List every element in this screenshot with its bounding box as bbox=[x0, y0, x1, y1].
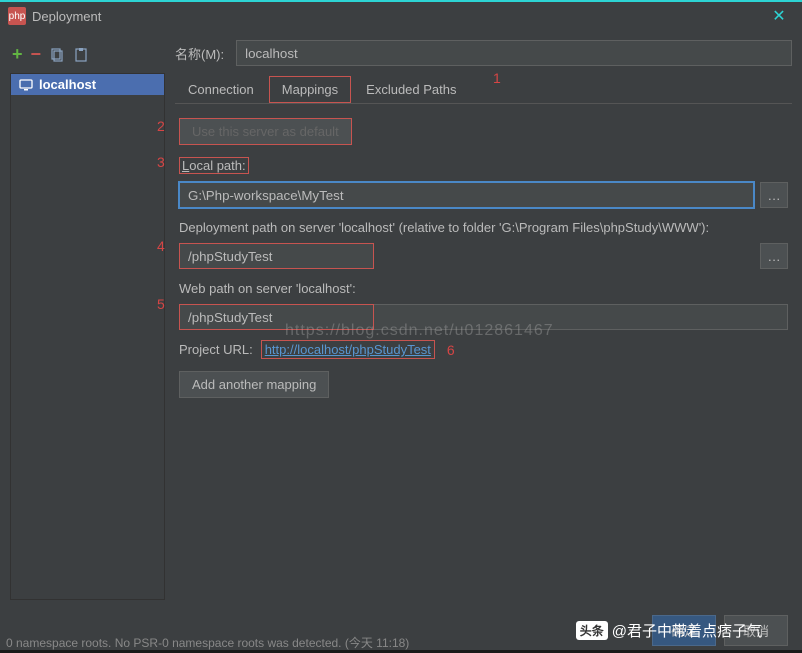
project-url-link[interactable]: http://localhost/phpStudyTest bbox=[261, 340, 435, 359]
browse-local-path-button[interactable]: … bbox=[760, 182, 788, 208]
annotation-4: 4 bbox=[157, 238, 165, 254]
tab-excluded-paths[interactable]: Excluded Paths bbox=[353, 76, 469, 103]
name-input[interactable] bbox=[236, 40, 792, 66]
titlebar: php Deployment ✕ bbox=[0, 0, 802, 30]
right-panel: 名称(M): 1 Connection Mappings Excluded Pa… bbox=[175, 40, 792, 600]
annotation-3: 3 bbox=[157, 154, 165, 170]
copy-icon[interactable] bbox=[49, 47, 65, 63]
attribution-logo: 头条 bbox=[576, 621, 608, 640]
add-mapping-button[interactable]: Add another mapping bbox=[179, 371, 329, 398]
local-path-label: LLocal path:ocal path: bbox=[179, 157, 249, 174]
window-title: Deployment bbox=[32, 9, 764, 24]
add-icon[interactable]: + bbox=[12, 44, 23, 65]
statusbar: 0 namespace roots. No PSR-0 namespace ro… bbox=[0, 632, 415, 653]
browse-deploy-path-button[interactable]: … bbox=[760, 243, 788, 269]
web-path-input-highlight[interactable] bbox=[179, 304, 374, 330]
annotation-1: 1 bbox=[493, 70, 501, 86]
local-path-input[interactable] bbox=[179, 182, 754, 208]
server-toolbar: + − bbox=[10, 40, 165, 73]
tab-mappings[interactable]: Mappings bbox=[269, 76, 351, 103]
project-url-label: Project URL: bbox=[179, 342, 253, 357]
deploy-path-label: Deployment path on server 'localhost' (r… bbox=[179, 220, 788, 235]
close-icon[interactable]: ✕ bbox=[764, 1, 794, 31]
deploy-path-input-highlight[interactable] bbox=[179, 243, 374, 269]
name-label: 名称(M): bbox=[175, 44, 224, 63]
attribution: 头条 @君子中带着点痞子气 bbox=[576, 620, 762, 641]
server-item-label: localhost bbox=[39, 77, 96, 92]
annotation-5: 5 bbox=[157, 296, 165, 312]
server-list: localhost bbox=[10, 73, 165, 600]
paste-icon[interactable] bbox=[73, 47, 89, 63]
attribution-handle: @君子中带着点痞子气 bbox=[612, 620, 762, 641]
app-icon: php bbox=[8, 7, 26, 25]
tabs: Connection Mappings Excluded Paths bbox=[175, 76, 792, 104]
server-item-localhost[interactable]: localhost bbox=[11, 74, 164, 95]
use-default-button[interactable]: Use this server as default bbox=[179, 118, 352, 145]
annotation-6: 6 bbox=[447, 342, 455, 358]
annotation-2: 2 bbox=[157, 118, 165, 134]
left-panel: + − localhost bbox=[10, 40, 165, 600]
web-path-label: Web path on server 'localhost': bbox=[179, 281, 788, 296]
mappings-tab-content: 2 Use this server as default 3 LLocal pa… bbox=[175, 104, 792, 412]
tab-connection[interactable]: Connection bbox=[175, 76, 267, 103]
dialog-body: + − localhost 名称(M): 1 bbox=[0, 30, 802, 650]
remove-icon[interactable]: − bbox=[31, 44, 42, 65]
